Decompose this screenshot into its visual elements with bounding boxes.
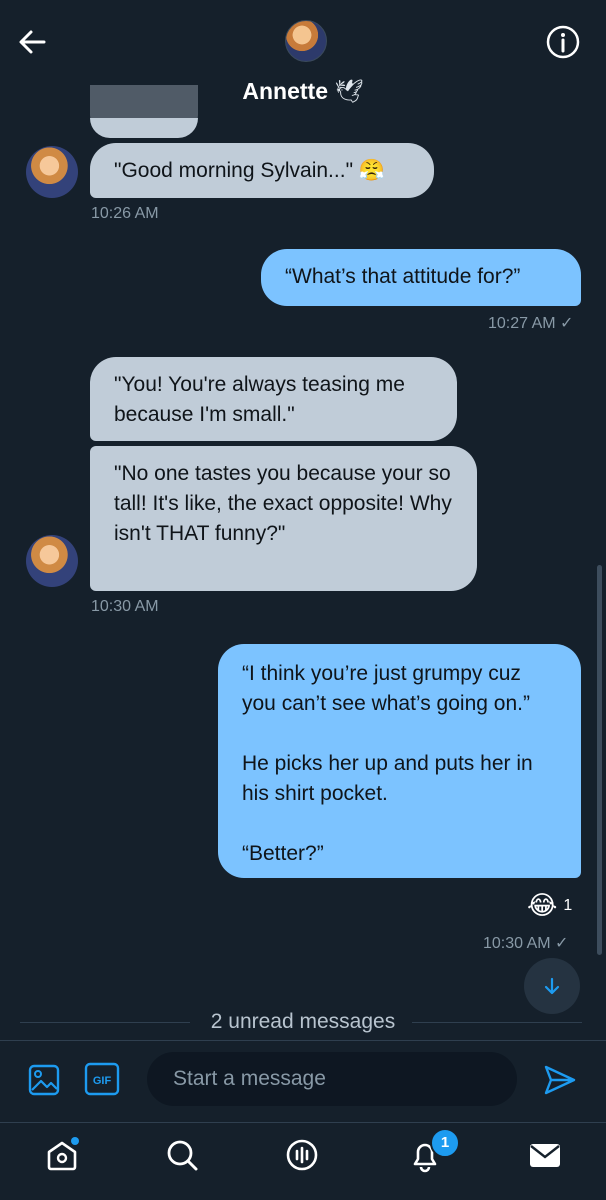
page-title: Annette <box>242 78 329 104</box>
message-bubble[interactable]: "You! You're always teasing me because I… <box>90 357 457 441</box>
reaction-count: 1 <box>563 896 573 914</box>
avatar[interactable] <box>26 535 78 587</box>
search-icon <box>167 1140 198 1171</box>
send-icon <box>544 1065 576 1095</box>
scrollbar[interactable] <box>597 565 602 955</box>
message-bubble[interactable]: “What’s that attitude for?” <box>261 249 581 306</box>
nav-search[interactable] <box>160 1133 204 1177</box>
message-timestamp: 10:26 AM <box>91 205 159 222</box>
notification-badge: 1 <box>430 1128 460 1158</box>
back-button[interactable] <box>12 22 52 62</box>
divider <box>412 1022 582 1023</box>
reaction[interactable]: 😂 1 <box>527 890 572 921</box>
svg-text:GIF: GIF <box>93 1075 112 1087</box>
gif-icon: GIF <box>84 1062 120 1096</box>
image-button[interactable] <box>24 1060 64 1100</box>
message-timestamp: 10:30 AM ✓ <box>483 935 569 952</box>
tears-of-joy-icon: 😂 <box>527 890 558 920</box>
message-bubble[interactable]: "Good morning Sylvain..." 😤 <box>90 143 434 198</box>
avatar[interactable] <box>26 146 78 198</box>
image-icon <box>28 1064 60 1096</box>
gif-button[interactable]: GIF <box>84 1062 120 1096</box>
bottom-nav-border <box>0 1122 606 1123</box>
message-input[interactable]: Start a message <box>147 1052 517 1106</box>
nav-home[interactable] <box>40 1133 84 1177</box>
arrow-down-icon <box>544 977 560 995</box>
dove-icon: 🕊 <box>334 78 364 104</box>
previous-message-bubble-edge <box>90 118 198 138</box>
nav-messages[interactable] <box>523 1133 567 1177</box>
message-bubble[interactable]: “I think you’re just grumpy cuz you can’… <box>218 644 581 878</box>
message-timestamp: 10:27 AM ✓ <box>488 315 574 332</box>
composer-top-border <box>0 1040 606 1041</box>
mail-icon <box>530 1144 560 1167</box>
message-bubble[interactable]: "No one tastes you because your so tall!… <box>90 446 477 591</box>
message-timestamp: 10:30 AM <box>91 598 159 615</box>
send-button[interactable] <box>538 1058 582 1102</box>
scroll-to-bottom-button[interactable] <box>524 958 580 1014</box>
avatar[interactable] <box>285 20 327 62</box>
home-icon <box>47 1137 79 1171</box>
info-button[interactable] <box>543 22 583 62</box>
spaces-icon <box>286 1139 318 1171</box>
arrow-left-icon <box>19 30 46 54</box>
nav-spaces[interactable] <box>280 1133 324 1177</box>
info-icon <box>546 25 580 59</box>
